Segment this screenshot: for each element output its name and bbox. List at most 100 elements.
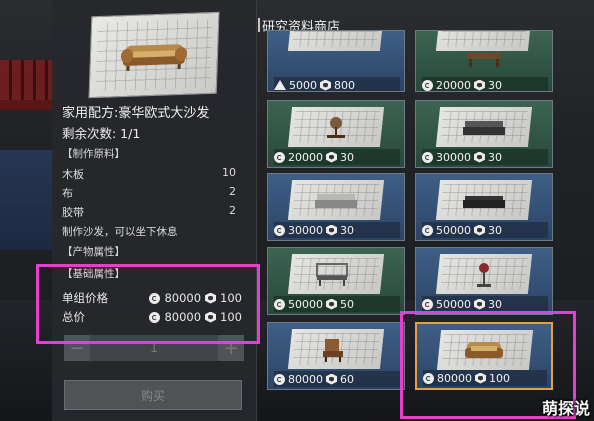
hex-token-icon bbox=[474, 224, 485, 236]
item-gold-price: 50000 bbox=[288, 297, 323, 311]
shop-item-card[interactable]: 20000 30 bbox=[267, 100, 405, 168]
item-hex-price: 30 bbox=[340, 223, 354, 237]
recipe-title: 家用配方:豪华欧式大沙发 bbox=[62, 106, 210, 121]
materials-header: 【制作原料】 bbox=[62, 148, 125, 160]
gold-coin-icon bbox=[274, 224, 285, 236]
total-gold: 80000 bbox=[164, 310, 202, 324]
item-hex-price: 60 bbox=[340, 372, 354, 386]
gold-coin-icon bbox=[422, 298, 433, 310]
recipe-detail-panel: 家用配方:豪华欧式大沙发 剩余次数: 1/1 【制作原料】 木板 10 布 2 … bbox=[52, 0, 257, 421]
item-price: 30000 30 bbox=[274, 222, 400, 238]
shop-item-card[interactable]: 30000 30 bbox=[267, 173, 405, 241]
shop-item-card[interactable]: 5000 800 bbox=[267, 30, 405, 92]
item-hex-price: 800 bbox=[334, 78, 355, 92]
background-blue-panel bbox=[0, 150, 55, 250]
hex-token-icon bbox=[205, 292, 217, 304]
hex-token-icon bbox=[474, 151, 485, 163]
gold-coin-icon bbox=[422, 151, 433, 163]
remaining-count: 剩余次数: 1/1 bbox=[62, 126, 141, 141]
shop-item-card[interactable]: 80000 100 bbox=[415, 322, 553, 390]
gold-coin-icon bbox=[422, 224, 433, 236]
material-qty: 10 bbox=[222, 166, 236, 179]
furniture-icon bbox=[467, 53, 501, 67]
item-price: 80000 60 bbox=[274, 371, 400, 387]
shop-item-card[interactable]: 50000 30 bbox=[415, 173, 553, 241]
item-price: 30000 30 bbox=[422, 149, 548, 165]
item-price: 20000 30 bbox=[274, 149, 400, 165]
item-hex-price: 30 bbox=[340, 150, 354, 164]
furniture-icon bbox=[327, 117, 345, 138]
quantity-stepper: − 1 + bbox=[64, 335, 244, 361]
decrease-button[interactable]: − bbox=[64, 335, 90, 361]
item-price: 5000 800 bbox=[274, 77, 400, 92]
item-hex-price: 30 bbox=[488, 297, 502, 311]
material-qty: 2 bbox=[229, 204, 236, 217]
furniture-icon bbox=[477, 263, 491, 287]
blueprint-image bbox=[287, 31, 385, 51]
item-hex-price: 30 bbox=[488, 150, 502, 164]
background-red-bar bbox=[0, 100, 60, 110]
buy-button[interactable]: 购买 bbox=[64, 380, 242, 410]
gold-coin-icon bbox=[274, 373, 285, 385]
hex-token-icon bbox=[326, 224, 337, 236]
item-gold-price: 5000 bbox=[289, 78, 317, 92]
shop-item-card[interactable]: 30000 30 bbox=[415, 100, 553, 168]
hex-token-icon bbox=[474, 79, 485, 91]
recipe-description: 制作沙发，可以坐下休息 bbox=[62, 226, 178, 238]
gold-coin-icon bbox=[149, 292, 161, 304]
shop-title-marker bbox=[258, 18, 260, 32]
total-hex: 100 bbox=[220, 310, 242, 324]
item-price: 50000 30 bbox=[422, 296, 548, 312]
item-gold-price: 50000 bbox=[436, 297, 471, 311]
material-name: 木板 bbox=[62, 168, 84, 181]
item-price: 50000 30 bbox=[422, 222, 548, 238]
hex-token-icon bbox=[326, 151, 337, 163]
item-gold-price: 30000 bbox=[288, 223, 323, 237]
furniture-icon bbox=[316, 263, 348, 286]
product-header: 【产物属性】 bbox=[62, 246, 125, 258]
shop-item-card[interactable]: 50000 50 bbox=[267, 247, 405, 315]
furniture-icon bbox=[463, 121, 505, 135]
material-name: 布 bbox=[62, 187, 73, 200]
quantity-value: 1 bbox=[149, 340, 159, 356]
item-hex-price: 50 bbox=[340, 297, 354, 311]
furniture-icon bbox=[465, 342, 503, 358]
gold-coin-icon bbox=[274, 298, 285, 310]
increase-button[interactable]: + bbox=[218, 335, 244, 361]
unit-price-hex: 100 bbox=[220, 291, 242, 305]
item-gold-price: 80000 bbox=[437, 371, 472, 385]
total-price-row: 总价 80000 100 bbox=[62, 309, 242, 325]
item-gold-price: 50000 bbox=[436, 223, 471, 237]
material-name: 胶带 bbox=[62, 206, 84, 219]
total-label: 总价 bbox=[62, 310, 85, 324]
hex-token-icon bbox=[326, 298, 337, 310]
furniture-icon bbox=[323, 339, 343, 362]
shop-item-card[interactable]: 50000 30 bbox=[415, 247, 553, 315]
shop-item-card[interactable]: 20000 30 bbox=[415, 30, 553, 92]
triangle-currency-icon bbox=[274, 80, 286, 90]
item-price: 20000 30 bbox=[422, 77, 548, 92]
hex-token-icon bbox=[326, 373, 337, 385]
hex-token-icon bbox=[474, 298, 485, 310]
furniture-icon bbox=[463, 196, 505, 208]
material-qty: 2 bbox=[229, 185, 236, 198]
unit-price-row: 单组价格 80000 100 bbox=[62, 290, 242, 306]
material-row: 胶带 2 bbox=[62, 204, 236, 220]
background-red-lights bbox=[0, 60, 60, 100]
furniture-icon bbox=[315, 194, 357, 208]
gold-coin-icon bbox=[422, 79, 433, 91]
item-price: 80000 100 bbox=[423, 370, 547, 386]
gold-coin-icon bbox=[423, 372, 434, 384]
unit-price-gold: 80000 bbox=[164, 291, 202, 305]
item-gold-price: 80000 bbox=[288, 372, 323, 386]
hex-token-icon bbox=[475, 372, 486, 384]
item-hex-price: 30 bbox=[488, 78, 502, 92]
item-hex-price: 100 bbox=[489, 371, 510, 385]
hex-token-icon bbox=[320, 79, 331, 91]
recipe-blueprint-image bbox=[88, 11, 220, 99]
unit-price-label: 单组价格 bbox=[62, 291, 108, 305]
item-price: 50000 50 bbox=[274, 296, 400, 312]
gold-coin-icon bbox=[149, 311, 161, 323]
watermark: 萌探说 bbox=[541, 399, 590, 418]
shop-item-card[interactable]: 80000 60 bbox=[267, 322, 405, 390]
